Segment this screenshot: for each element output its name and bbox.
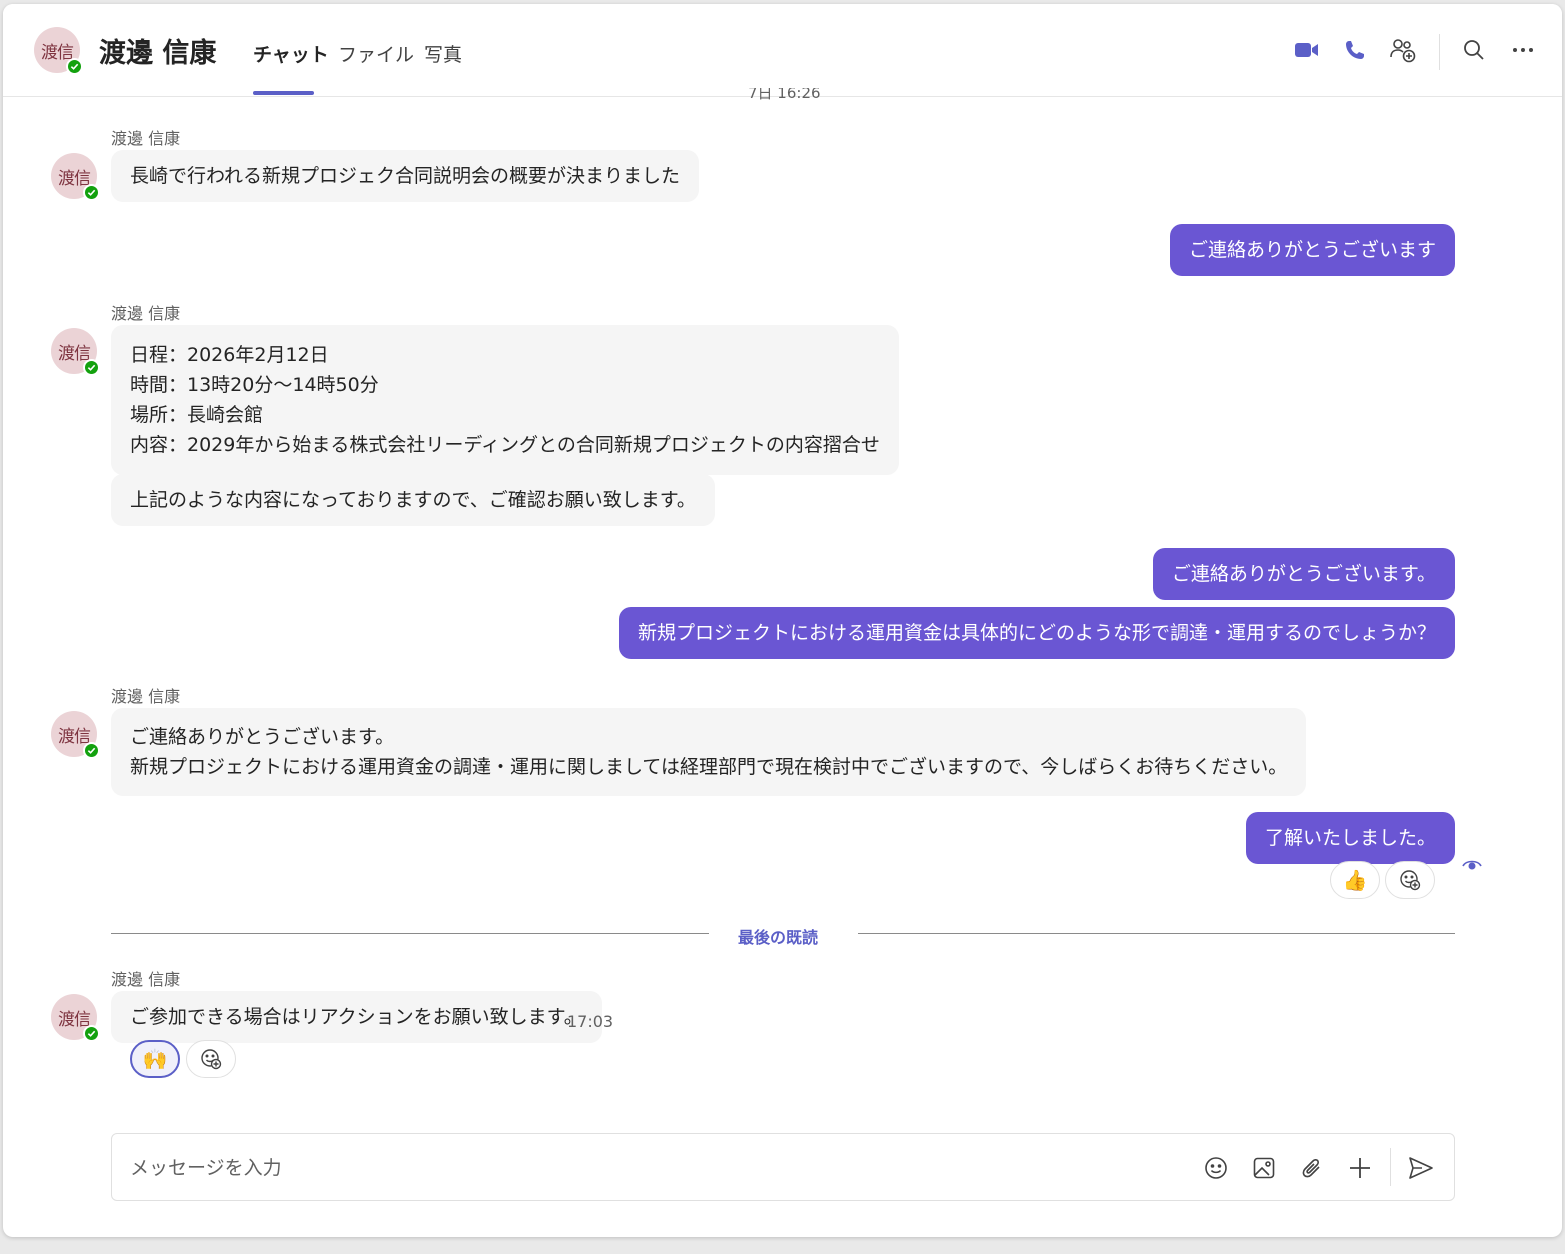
tab-chat[interactable]: チャット [253, 40, 329, 67]
composer-divider [1390, 1148, 1391, 1186]
message-bubble[interactable]: ご参加できる場合はリアクションをお願い致します。 [111, 991, 602, 1043]
avatar-initials: 渡信 [58, 1009, 91, 1030]
last-read-divider [111, 933, 709, 934]
message-time: 17:03 [567, 1012, 614, 1031]
plus-icon[interactable] [1346, 1154, 1374, 1182]
raised-hands-emoji: 🙌 [142, 1047, 168, 1071]
reaction-raised-hands[interactable]: 🙌 [130, 1040, 180, 1078]
add-reaction-icon [1400, 870, 1421, 891]
more-options-icon[interactable] [1509, 36, 1537, 64]
tab-files[interactable]: ファイル [338, 40, 414, 67]
message-bubble[interactable]: ご連絡ありがとうございます。 新規プロジェクトにおける運用資金の調達・運用に関し… [111, 708, 1307, 796]
last-read-divider [858, 933, 1455, 934]
message-text: 新規プロジェクトにおける運用資金は具体的にどのような形で調達・運用するのでしょう… [637, 622, 1436, 644]
video-call-icon[interactable] [1293, 36, 1321, 64]
sender-name: 渡邊 信康 [111, 687, 181, 706]
my-message-bubble[interactable]: ご連絡ありがとうございます。 [1152, 548, 1455, 600]
add-reaction-button[interactable] [1385, 861, 1435, 899]
message-text: 日程：2026年2月12日 [130, 344, 329, 366]
avatar[interactable]: 渡信 [51, 153, 100, 201]
presence-available-icon [83, 742, 100, 759]
message-input[interactable] [130, 1154, 1180, 1182]
page-title: 渡邊 信康 [99, 38, 217, 69]
active-tab-indicator [253, 91, 314, 95]
tab-photos[interactable]: 写真 [424, 40, 462, 67]
search-icon[interactable] [1460, 36, 1488, 64]
message-text: 長崎で行われる新規プロジェク合同説明会の概要が決まりました [130, 165, 681, 187]
thumbs-up-emoji: 👍 [1342, 868, 1368, 892]
message-composer [111, 1133, 1455, 1201]
message-bubble[interactable]: 上記のような内容になっておりますので、ご確認お願い致します。 [111, 474, 715, 526]
avatar-initials: 渡信 [58, 343, 91, 364]
attach-icon[interactable] [1298, 1154, 1326, 1182]
message-text: ご連絡ありがとうございます [1188, 239, 1436, 261]
message-text: ご連絡ありがとうございます。 [1171, 563, 1436, 585]
presence-available-icon [83, 184, 100, 201]
sender-name: 渡邊 信康 [111, 304, 181, 323]
avatar-initials: 渡信 [58, 726, 91, 747]
message-text: 時間：13時20分～14時50分 [130, 374, 379, 396]
add-reaction-button[interactable] [186, 1040, 236, 1078]
presence-available-icon [66, 58, 83, 75]
avatar-initials: 渡信 [41, 42, 74, 63]
last-read-label: 最後の既読 [738, 928, 819, 947]
emoji-icon[interactable] [1202, 1154, 1230, 1182]
add-people-icon[interactable] [1389, 36, 1417, 64]
image-icon[interactable] [1250, 1154, 1278, 1182]
avatar[interactable]: 渡信 [51, 711, 100, 759]
message-bubble[interactable]: 長崎で行われる新規プロジェク合同説明会の概要が決まりました [111, 150, 700, 202]
message-text: 上記のような内容になっておりますので、ご確認お願い致します。 [130, 489, 696, 511]
send-icon[interactable] [1407, 1154, 1435, 1182]
message-text: ご連絡ありがとうございます。 [130, 726, 395, 748]
message-text: 場所：長崎会館 [130, 404, 264, 426]
message-text: 内容：2029年から始まる株式会社リーディングとの合同新規プロジェクトの内容摺合… [130, 434, 880, 456]
avatar-initials: 渡信 [58, 168, 91, 189]
message-text: 了解いたしました。 [1264, 827, 1436, 849]
my-message-bubble[interactable]: 新規プロジェクトにおける運用資金は具体的にどのような形で調達・運用するのでしょう… [618, 607, 1455, 659]
header-divider [1439, 34, 1440, 70]
seen-eye-icon [1462, 856, 1482, 875]
sender-name: 渡邊 信康 [111, 129, 181, 148]
message-timestamp: 7日 16:26 [748, 88, 821, 100]
my-message-bubble[interactable]: 了解いたしました。 [1245, 812, 1455, 864]
sender-name: 渡邊 信康 [111, 970, 181, 989]
avatar[interactable]: 渡信 [51, 328, 100, 376]
presence-available-icon [83, 359, 100, 376]
avatar[interactable]: 渡信 [51, 994, 100, 1042]
my-message-bubble[interactable]: ご連絡ありがとうございます [1169, 224, 1455, 276]
phone-call-icon[interactable] [1341, 36, 1369, 64]
message-bubble[interactable]: 日程：2026年2月12日 時間：13時20分～14時50分 場所：長崎会館 内… [111, 325, 899, 475]
chat-header: 渡信 渡邊 信康 チャット ファイル 写真 [3, 4, 1562, 97]
chat-window: 渡信 渡邊 信康 チャット ファイル 写真 7日 16:26 渡邊 信康 渡信 [3, 4, 1562, 1237]
message-text: ご参加できる場合はリアクションをお願い致します。 [130, 1006, 583, 1028]
add-reaction-icon [201, 1049, 222, 1070]
avatar[interactable]: 渡信 [34, 27, 83, 75]
message-text: 新規プロジェクトにおける運用資金の調達・運用に関しましては経理部門で現在検討中で… [130, 756, 1288, 778]
presence-available-icon [83, 1025, 100, 1042]
reaction-thumbs-up[interactable]: 👍 [1330, 861, 1380, 899]
